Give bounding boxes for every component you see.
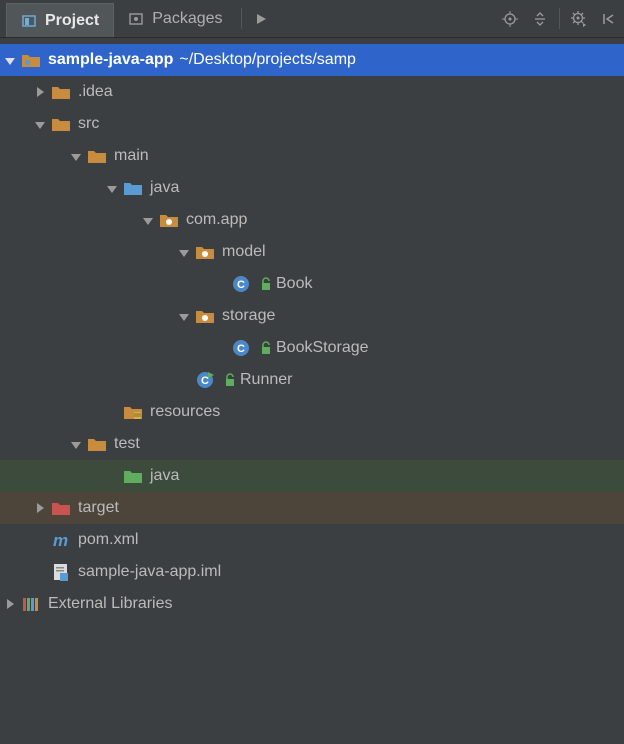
tree-node-test[interactable]: test [0, 428, 624, 460]
tree-label: resources [150, 403, 220, 421]
unlock-icon [224, 373, 236, 387]
project-toolbar: Project Packages [0, 0, 624, 38]
package-icon [158, 213, 180, 228]
tab-packages[interactable]: Packages [114, 0, 236, 37]
tree-node-test-java[interactable]: java [0, 460, 624, 492]
expand-arrow-icon[interactable] [174, 247, 194, 258]
tree-node-project-root[interactable]: sample-java-app ~/Desktop/projects/samp [0, 44, 624, 76]
expand-arrow-icon[interactable] [66, 151, 86, 162]
tree-label: test [114, 435, 140, 453]
java-class-icon: C [230, 275, 252, 293]
tree-label: sample-java-app [48, 51, 173, 69]
folder-icon [50, 117, 72, 132]
expand-arrow-icon[interactable] [30, 503, 50, 513]
folder-icon [86, 149, 108, 164]
folder-icon [50, 85, 72, 100]
tree-label: BookStorage [276, 339, 369, 357]
expand-arrow-icon[interactable] [0, 55, 20, 66]
toolbar-separator [559, 8, 560, 29]
svg-text:C: C [237, 279, 245, 291]
tree-label: model [222, 243, 266, 261]
tree-label: target [78, 499, 119, 517]
expand-arrow-icon[interactable] [174, 311, 194, 322]
tree-node-resources[interactable]: resources [0, 396, 624, 428]
toolbar-separator [241, 8, 242, 29]
expand-arrow-icon[interactable] [0, 599, 20, 609]
hide-button[interactable] [594, 0, 624, 37]
tree-node-target[interactable]: target [0, 492, 624, 524]
settings-button[interactable] [564, 0, 594, 37]
tree-node-pom[interactable]: m pom.xml [0, 524, 624, 556]
tree-label: main [114, 147, 149, 165]
tree-node-src[interactable]: src [0, 108, 624, 140]
svg-text:C: C [237, 343, 245, 355]
tree-node-java-source[interactable]: java [0, 172, 624, 204]
tree-node-package[interactable]: com.app [0, 204, 624, 236]
tree-node-iml[interactable]: sample-java-app.iml [0, 556, 624, 588]
source-folder-icon [122, 181, 144, 196]
package-icon [194, 309, 216, 324]
tree-node-external-libraries[interactable]: External Libraries [0, 588, 624, 620]
tab-label: Packages [152, 10, 222, 28]
expand-arrow-icon[interactable] [30, 119, 50, 130]
tree-path: ~/Desktop/projects/samp [179, 51, 356, 69]
tree-label: sample-java-app.iml [78, 563, 221, 581]
tree-label: Book [276, 275, 312, 293]
expand-arrow-icon[interactable] [102, 183, 122, 194]
expand-arrow-icon[interactable] [66, 439, 86, 450]
excluded-folder-icon [50, 501, 72, 516]
tree-label: Runner [240, 371, 292, 389]
tree-label: java [150, 467, 179, 485]
tree-label: External Libraries [48, 595, 173, 613]
locate-button[interactable] [495, 0, 525, 37]
tree-label: java [150, 179, 179, 197]
tree-node-class-book[interactable]: C Book [0, 268, 624, 300]
tab-project[interactable]: Project [6, 3, 114, 37]
resources-folder-icon [122, 405, 144, 420]
tree-label: com.app [186, 211, 247, 229]
packages-tab-icon [128, 11, 144, 27]
tree-node-idea[interactable]: .idea [0, 76, 624, 108]
tree-label: .idea [78, 83, 113, 101]
svg-text:C: C [201, 375, 209, 387]
java-class-icon: C [230, 339, 252, 357]
tree-label: pom.xml [78, 531, 138, 549]
libraries-icon [20, 596, 42, 612]
tab-label: Project [45, 12, 99, 30]
tree-node-class-runner[interactable]: C Runner [0, 364, 624, 396]
package-icon [194, 245, 216, 260]
tree-node-storage[interactable]: storage [0, 300, 624, 332]
maven-file-icon: m [50, 531, 72, 549]
test-source-folder-icon [122, 469, 144, 484]
module-file-icon [50, 563, 72, 581]
project-tree: sample-java-app ~/Desktop/projects/samp … [0, 38, 624, 620]
module-folder-icon [20, 53, 42, 68]
expand-arrow-icon[interactable] [30, 87, 50, 97]
svg-text:m: m [53, 531, 68, 549]
tree-node-main[interactable]: main [0, 140, 624, 172]
java-run-class-icon: C [194, 371, 216, 389]
tree-label: storage [222, 307, 275, 325]
unlock-icon [260, 277, 272, 291]
project-tab-icon [21, 13, 37, 29]
run-button[interactable] [246, 0, 276, 37]
collapse-all-button[interactable] [525, 0, 555, 37]
folder-icon [86, 437, 108, 452]
tree-node-model[interactable]: model [0, 236, 624, 268]
unlock-icon [260, 341, 272, 355]
tree-node-class-bookstorage[interactable]: C BookStorage [0, 332, 624, 364]
tree-label: src [78, 115, 99, 133]
expand-arrow-icon[interactable] [138, 215, 158, 226]
